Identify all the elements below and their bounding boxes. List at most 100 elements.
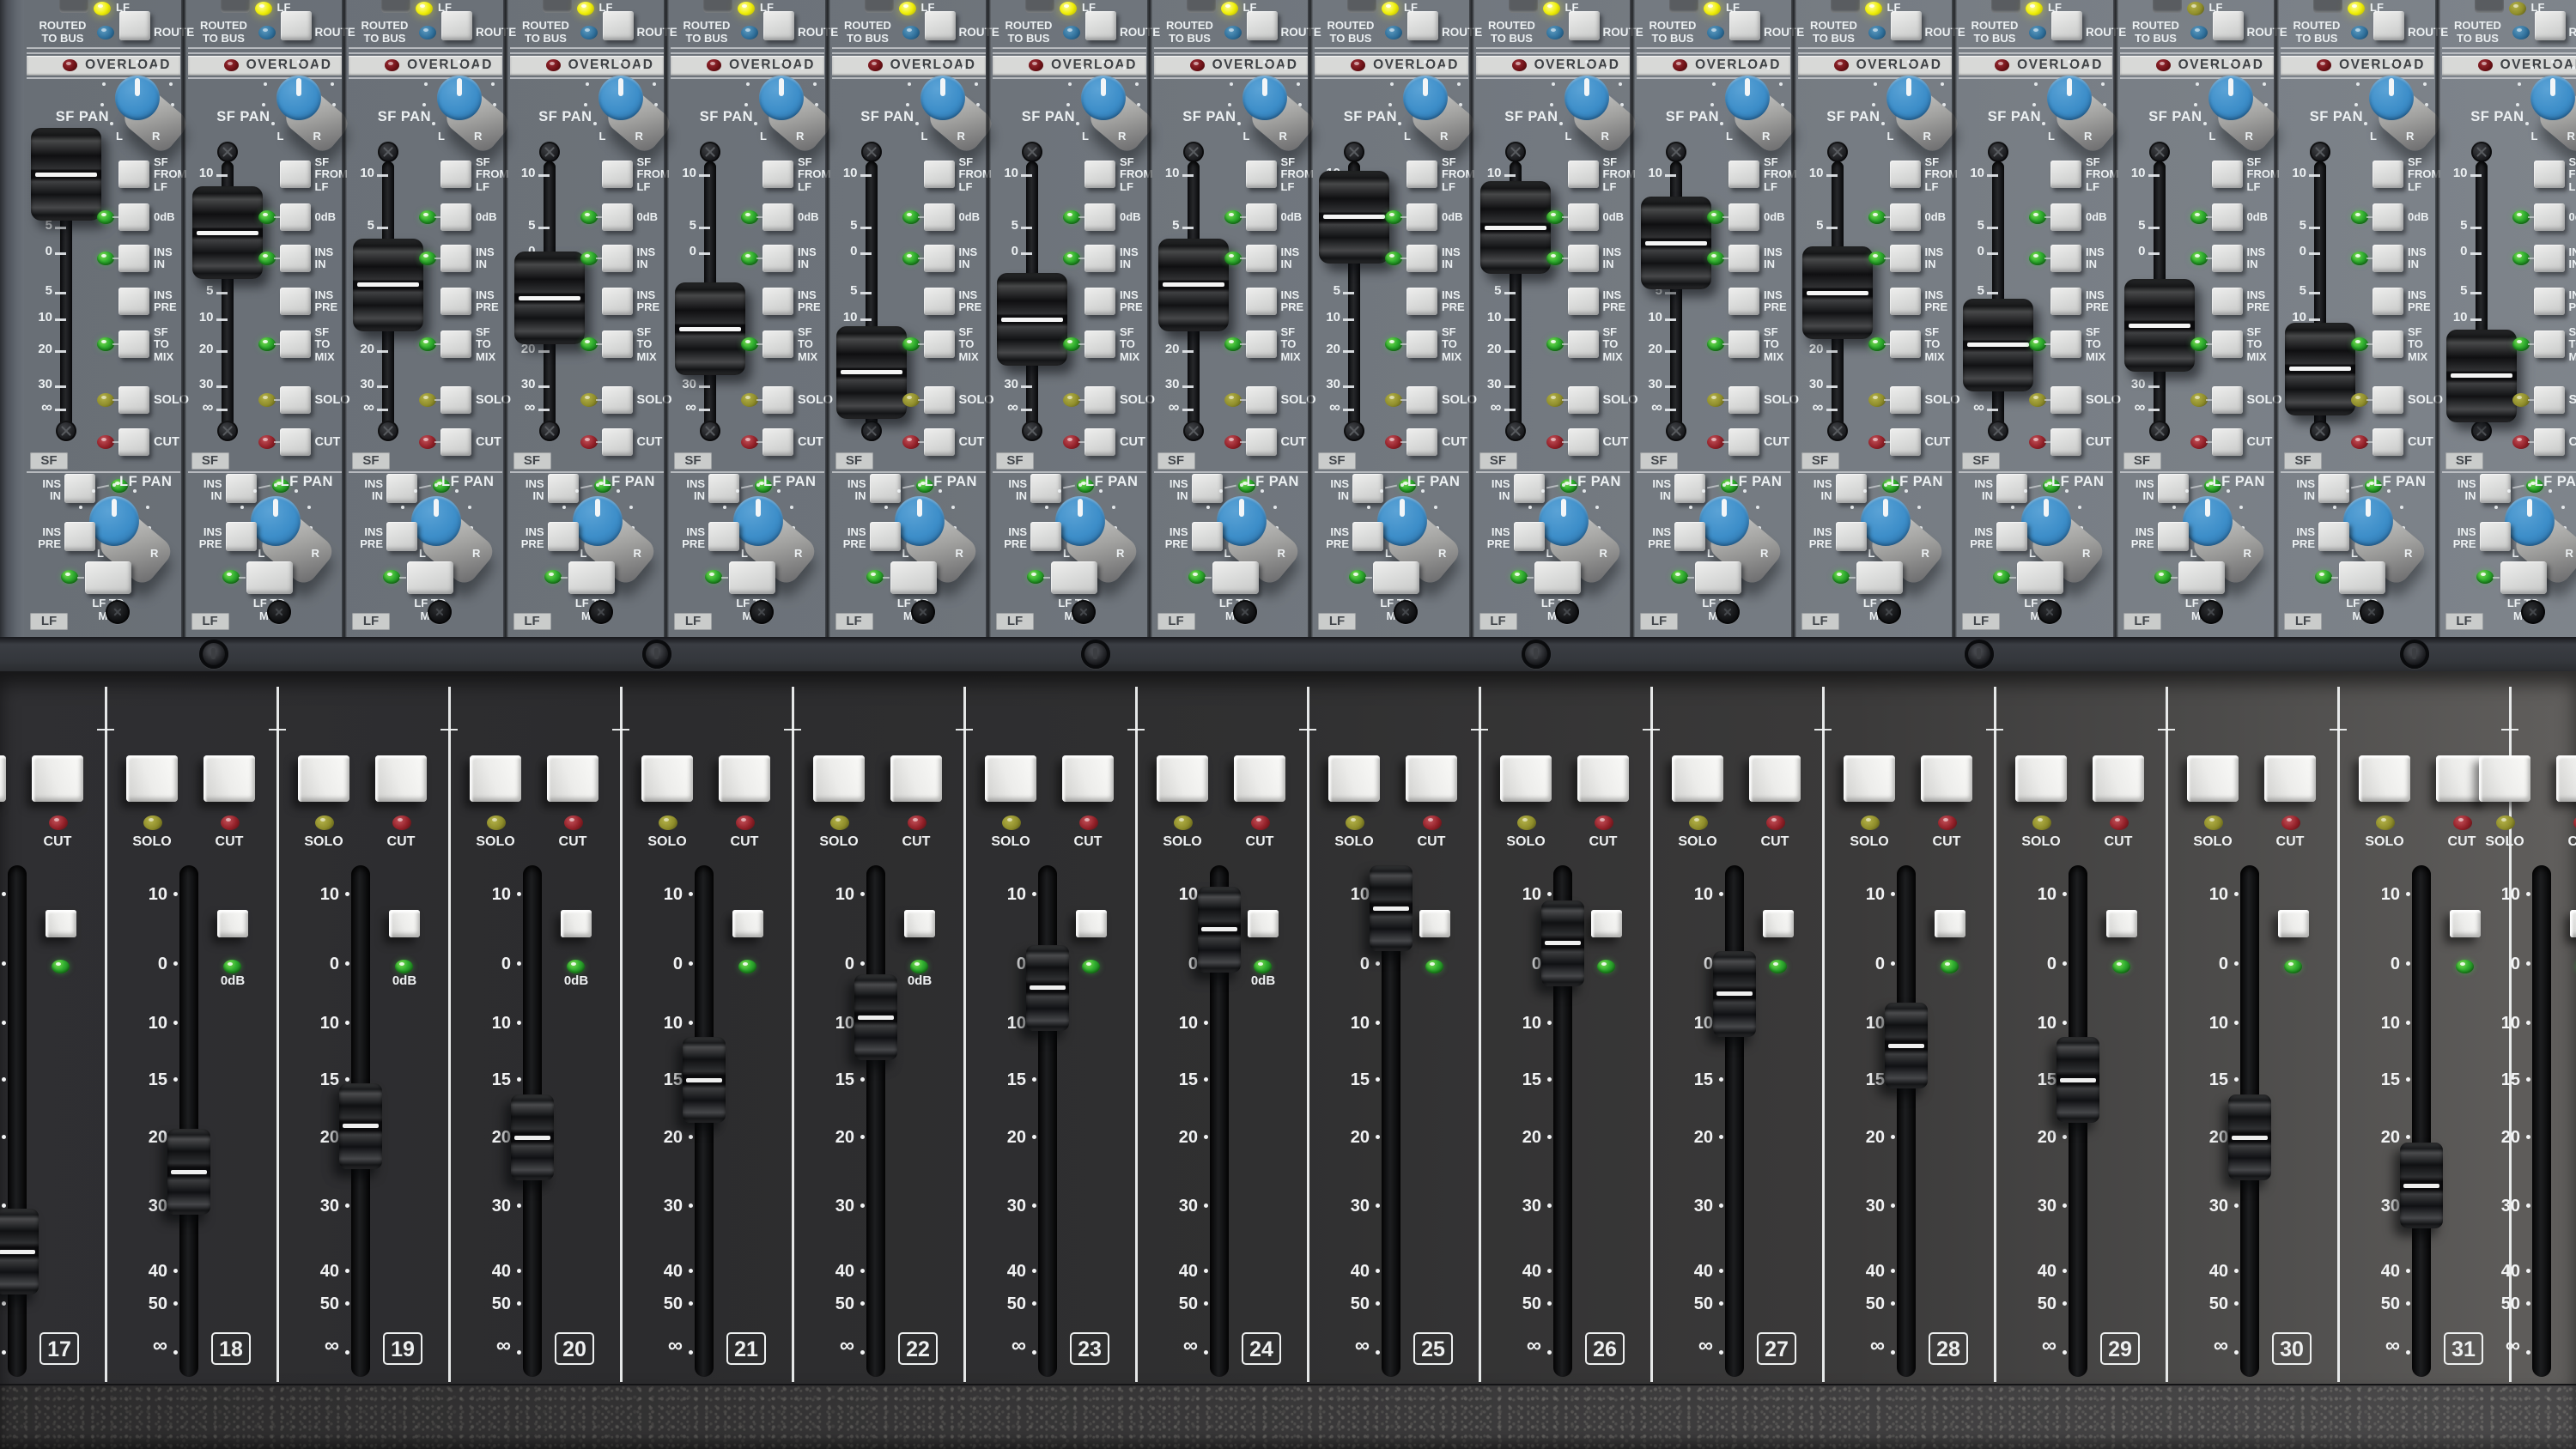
solo-button[interactable]: [762, 386, 793, 414]
solo-button[interactable]: [2187, 755, 2239, 802]
lf-to-mix-button[interactable]: [1051, 561, 1097, 594]
0db-button[interactable]: [602, 203, 633, 231]
sf-from-lf-button[interactable]: [280, 161, 311, 188]
lf-to-mix-button[interactable]: [85, 561, 131, 594]
solo-button[interactable]: [1246, 386, 1277, 414]
ins-in-button[interactable]: [762, 245, 793, 272]
0db-button[interactable]: [561, 910, 592, 937]
lf-ins-in-button[interactable]: [64, 474, 95, 503]
cut-button[interactable]: [719, 755, 770, 802]
strip-top-partial-button[interactable]: [1831, 0, 1860, 13]
cut-button[interactable]: [602, 428, 633, 456]
0db-button[interactable]: [217, 910, 248, 937]
cut-button[interactable]: [2212, 428, 2243, 456]
0db-button[interactable]: [1246, 203, 1277, 231]
cut-button[interactable]: [1234, 755, 1285, 802]
ins-pre-button[interactable]: [118, 288, 149, 315]
lf-ins-in-button[interactable]: [1514, 474, 1545, 503]
0db-button[interactable]: [732, 910, 763, 937]
sf-fader-handle[interactable]: [1802, 246, 1873, 339]
sf-from-lf-button[interactable]: [1406, 161, 1437, 188]
lf-to-mix-button[interactable]: [729, 561, 775, 594]
0db-button[interactable]: [1076, 910, 1107, 937]
lf-ins-pre-button[interactable]: [1030, 522, 1061, 551]
lf-ins-pre-button[interactable]: [708, 522, 739, 551]
0db-button[interactable]: [1568, 203, 1599, 231]
ins-pre-button[interactable]: [1406, 288, 1437, 315]
sf-to-mix-button[interactable]: [1246, 330, 1277, 358]
ins-pre-button[interactable]: [2372, 288, 2403, 315]
strip-top-partial-button[interactable]: [1025, 0, 1054, 13]
lf-to-mix-button[interactable]: [1695, 561, 1741, 594]
route-button[interactable]: [763, 11, 794, 40]
solo-button[interactable]: [813, 755, 865, 802]
ins-pre-button[interactable]: [1246, 288, 1277, 315]
0db-button[interactable]: [762, 203, 793, 231]
sf-from-lf-button[interactable]: [1084, 161, 1115, 188]
sf-from-lf-button[interactable]: [1728, 161, 1759, 188]
sf-to-mix-button[interactable]: [762, 330, 793, 358]
0db-button[interactable]: [440, 203, 471, 231]
cut-button[interactable]: [924, 428, 955, 456]
sf-fader-handle[interactable]: [1641, 197, 1711, 289]
solo-button[interactable]: [2015, 755, 2067, 802]
lf-ins-in-button[interactable]: [1352, 474, 1383, 503]
strip-top-partial-button[interactable]: [59, 0, 88, 13]
cut-button[interactable]: [547, 755, 598, 802]
sf-from-lf-button[interactable]: [2372, 161, 2403, 188]
route-button[interactable]: [1407, 11, 1438, 40]
cut-button[interactable]: [2264, 755, 2316, 802]
lf-fader-handle[interactable]: [2400, 1143, 2443, 1228]
lf-ins-pre-button[interactable]: [386, 522, 417, 551]
ins-in-button[interactable]: [1568, 245, 1599, 272]
solo-button[interactable]: [2372, 386, 2403, 414]
cut-button[interactable]: [1084, 428, 1115, 456]
0db-button[interactable]: [118, 203, 149, 231]
solo-button[interactable]: [1844, 755, 1895, 802]
lf-ins-in-button[interactable]: [2318, 474, 2349, 503]
0db-button[interactable]: [1084, 203, 1115, 231]
solo-button[interactable]: [985, 755, 1036, 802]
lf-fader-handle[interactable]: [854, 974, 897, 1060]
lf-ins-pre-button[interactable]: [226, 522, 257, 551]
lf-to-mix-button[interactable]: [2178, 561, 2225, 594]
lf-ins-pre-button[interactable]: [1352, 522, 1383, 551]
route-button[interactable]: [2051, 11, 2082, 40]
cut-button[interactable]: [2534, 428, 2565, 456]
sf-to-mix-button[interactable]: [440, 330, 471, 358]
ins-pre-button[interactable]: [1890, 288, 1921, 315]
ins-pre-button[interactable]: [2534, 288, 2565, 315]
0db-button[interactable]: [924, 203, 955, 231]
solo-button[interactable]: [1728, 386, 1759, 414]
0db-button[interactable]: [2372, 203, 2403, 231]
sf-from-lf-button[interactable]: [1246, 161, 1277, 188]
strip-top-partial-button[interactable]: [865, 0, 894, 13]
cut-button[interactable]: [762, 428, 793, 456]
sf-from-lf-button[interactable]: [2534, 161, 2565, 188]
cut-button[interactable]: [1728, 428, 1759, 456]
route-button[interactable]: [1729, 11, 1760, 40]
lf-fader-handle[interactable]: [683, 1037, 726, 1123]
solo-button[interactable]: [1890, 386, 1921, 414]
route-button[interactable]: [1891, 11, 1922, 40]
0db-button[interactable]: [904, 910, 935, 937]
sf-fader-handle[interactable]: [2285, 323, 2355, 415]
sf-to-mix-button[interactable]: [2050, 330, 2081, 358]
lf-ins-in-button[interactable]: [2158, 474, 2189, 503]
sf-to-mix-button[interactable]: [2212, 330, 2243, 358]
strip-top-partial-button[interactable]: [1669, 0, 1698, 13]
route-button[interactable]: [1569, 11, 1600, 40]
sf-fader-handle[interactable]: [31, 128, 101, 221]
cut-button[interactable]: [1406, 755, 1457, 802]
route-button[interactable]: [603, 11, 634, 40]
solo-button[interactable]: [1084, 386, 1115, 414]
solo-button[interactable]: [1406, 386, 1437, 414]
solo-button[interactable]: [1500, 755, 1552, 802]
strip-top-partial-button[interactable]: [381, 0, 410, 13]
lf-ins-pre-button[interactable]: [870, 522, 901, 551]
cut-button[interactable]: [204, 755, 255, 802]
ins-in-button[interactable]: [924, 245, 955, 272]
strip-top-partial-button[interactable]: [221, 0, 250, 13]
0db-button[interactable]: [1935, 910, 1965, 937]
lf-to-mix-button[interactable]: [1373, 561, 1419, 594]
